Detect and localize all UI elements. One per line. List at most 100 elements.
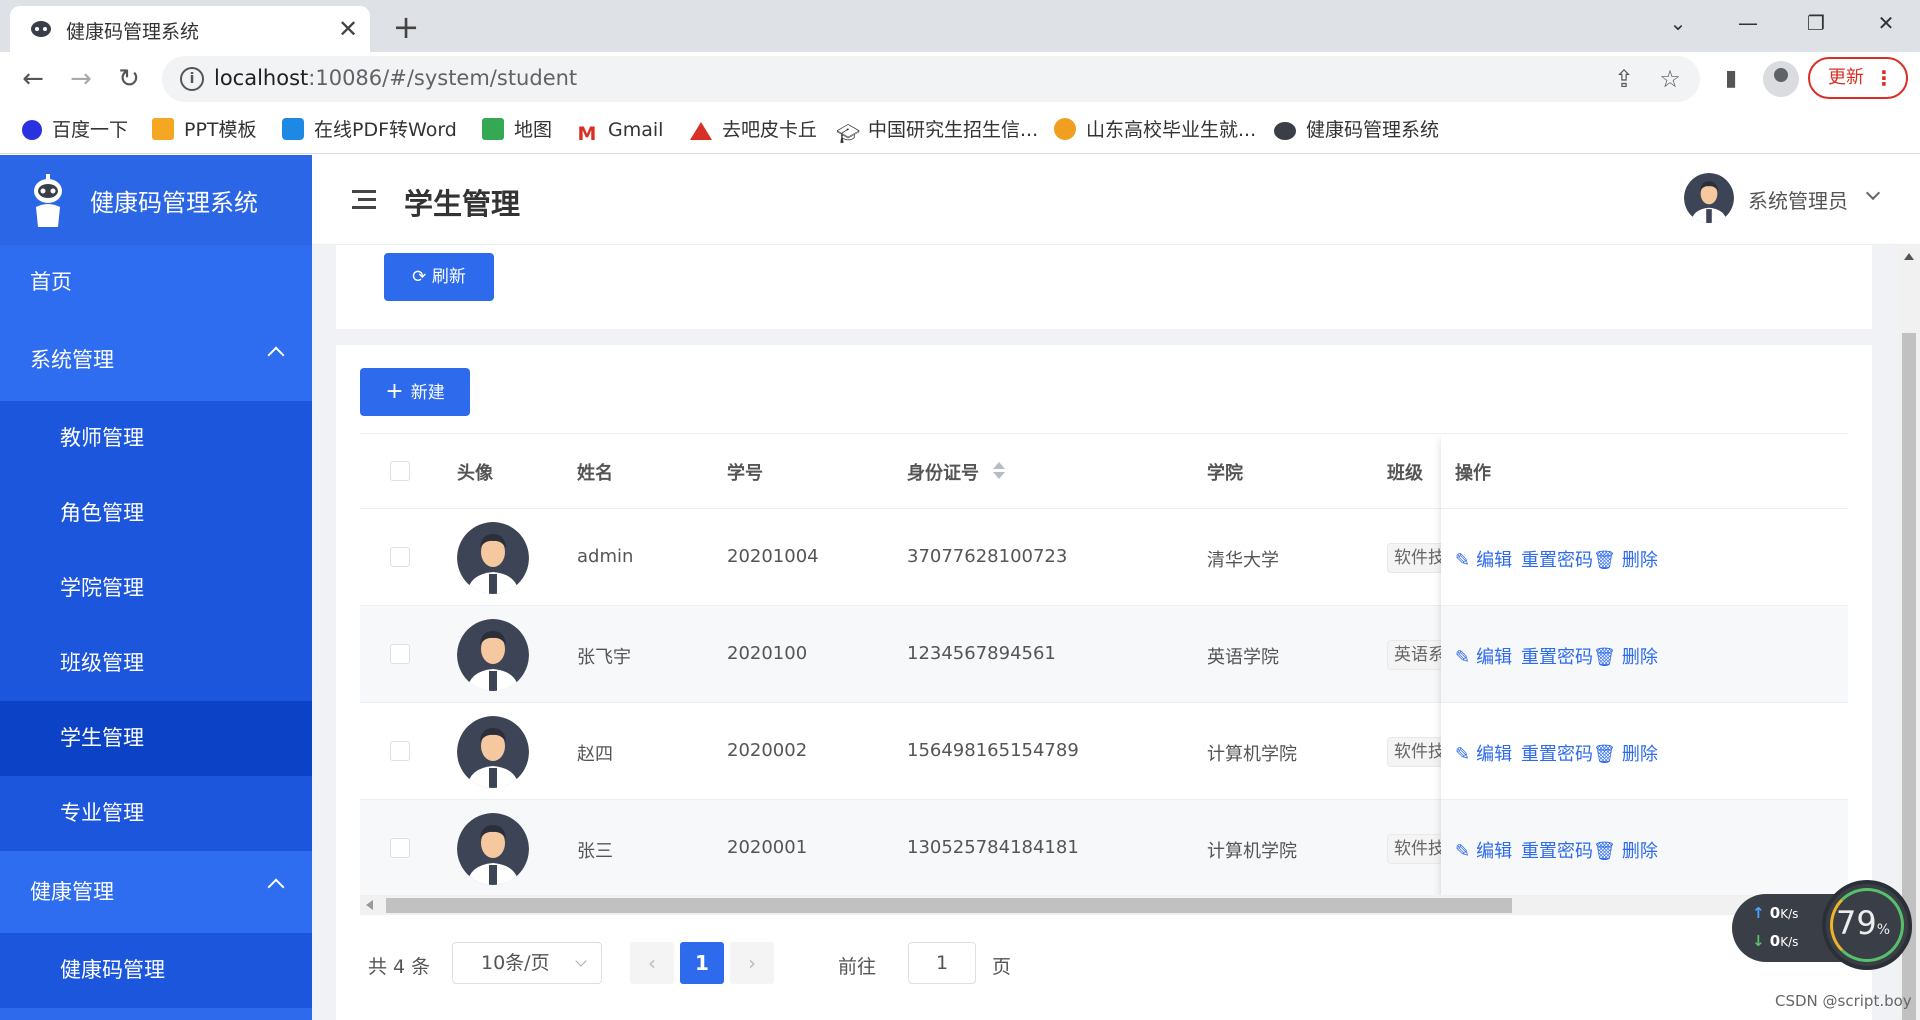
row-checkbox[interactable] [390, 838, 410, 858]
scroll-up-icon[interactable] [1904, 253, 1914, 260]
bookmark-item[interactable]: PPT模板 [152, 116, 257, 144]
refresh-button[interactable]: ⟳ 刷新 [384, 253, 494, 301]
scrollbar-thumb[interactable] [386, 898, 1512, 913]
reload-icon[interactable]: ↻ [112, 62, 146, 96]
share-icon[interactable]: ⇪ [1610, 65, 1638, 93]
edit-button[interactable]: ✎ 编辑 [1455, 643, 1512, 669]
menu-home[interactable]: 首页 [0, 245, 312, 319]
horizontal-scrollbar[interactable] [360, 895, 1848, 915]
page-title: 学生管理 [404, 187, 521, 221]
avatar [457, 813, 529, 885]
sidebar-item-teacher[interactable]: 教师管理 [0, 401, 312, 476]
update-button[interactable]: 更新 ⋮ [1808, 57, 1908, 99]
cell-college: 计算机学院 [1207, 744, 1297, 765]
delete-button[interactable]: 🗑︎ 删除 [1593, 837, 1658, 863]
menu-health[interactable]: 健康管理 [0, 851, 312, 933]
col-name: 姓名 [577, 463, 613, 484]
col-student-no: 学号 [727, 463, 763, 484]
app-logo[interactable]: 健康码管理系统 [0, 155, 312, 245]
reset-password-button[interactable]: 重置密码 [1521, 837, 1593, 863]
window-close-icon[interactable]: ✕ [1866, 8, 1906, 38]
chevron-down-icon[interactable] [1865, 185, 1881, 201]
user-name[interactable]: 系统管理员 [1748, 185, 1848, 214]
page-size-select[interactable]: 10条/页 [452, 942, 602, 984]
bookmark-item[interactable]: 地图 [482, 116, 552, 144]
col-id-card[interactable]: 身份证号 [907, 459, 979, 485]
watermelon-icon [690, 122, 712, 140]
edit-icon: ✎ [1455, 744, 1471, 765]
menu-system[interactable]: 系统管理 [0, 319, 312, 401]
shandong-logo-icon [1054, 118, 1076, 140]
class-tag: 英语系 [1387, 640, 1447, 670]
sidebar-item-health-code[interactable]: 健康码管理 [0, 933, 312, 1008]
bookmark-item[interactable]: 去吧皮卡丘 [690, 116, 817, 144]
sidebar-item-role[interactable]: 角色管理 [0, 476, 312, 551]
sort-icon[interactable] [993, 460, 1005, 482]
ops-cell: ✎ 编辑 重置密码 🗑︎ 删除 [1441, 703, 1848, 800]
side-panel-icon[interactable]: ▮ [1714, 62, 1748, 96]
scroll-left-icon[interactable] [366, 900, 373, 910]
edit-button[interactable]: ✎ 编辑 [1455, 837, 1512, 863]
cell-id-card: 156498165154789 [907, 740, 1079, 761]
refresh-icon: ⟳ [412, 267, 432, 287]
next-page-button[interactable]: › [730, 942, 774, 984]
reset-password-button[interactable]: 重置密码 [1521, 546, 1593, 572]
sidebar-item-class[interactable]: 班级管理 [0, 626, 312, 701]
delete-button[interactable]: 🗑︎ 删除 [1593, 740, 1658, 766]
cell-student-no: 2020002 [727, 740, 808, 761]
table-panel: + 新建 头像 姓名 学号 身份证号 学院 班级 admin 20201004 … [336, 345, 1872, 1020]
bookmark-item[interactable]: 在线PDF转Word [282, 116, 457, 144]
reset-password-button[interactable]: 重置密码 [1521, 740, 1593, 766]
row-checkbox[interactable] [390, 644, 410, 664]
profile-avatar-icon[interactable] [1763, 61, 1799, 97]
cell-id-card: 130525784184181 [907, 837, 1079, 858]
cell-college: 英语学院 [1207, 647, 1279, 668]
menu-toggle-icon[interactable] [352, 190, 376, 210]
bookmark-item[interactable]: 山东高校毕业生就... [1054, 116, 1256, 144]
bookmark-item[interactable]: 🎓︎ 中国研究生招生信... [836, 116, 1038, 145]
site-info-icon[interactable]: i [180, 67, 204, 91]
minimize-icon[interactable]: — [1728, 8, 1768, 38]
memory-gauge[interactable]: 79% [1822, 880, 1912, 970]
bookmark-star-icon[interactable]: ☆ [1656, 65, 1684, 93]
chevron-up-icon [267, 878, 285, 896]
row-checkbox[interactable] [390, 547, 410, 567]
select-all-checkbox[interactable] [390, 461, 410, 481]
sidebar-item-student[interactable]: 学生管理 [0, 701, 312, 776]
prev-page-button[interactable]: ‹ [630, 942, 674, 984]
edit-icon: ✎ [1455, 841, 1471, 862]
cell-name: 张三 [577, 841, 613, 862]
new-tab-icon[interactable]: + [388, 9, 424, 45]
edit-button[interactable]: ✎ 编辑 [1455, 740, 1512, 766]
total-count: 共 4 条 [368, 956, 431, 978]
pagination: 共 4 条 10条/页 ‹ 1 › 前往 1 页 [360, 942, 1260, 986]
browser-tab[interactable]: 健康码管理系统 ✕ [10, 6, 370, 52]
delete-button[interactable]: 🗑︎ 删除 [1593, 643, 1658, 669]
edit-button[interactable]: ✎ 编辑 [1455, 546, 1512, 572]
cell-name: admin [577, 546, 634, 567]
close-icon[interactable]: ✕ [333, 14, 363, 44]
graduation-cap-icon: 🎓︎ [836, 123, 861, 145]
tab-search-icon[interactable]: ⌄ [1658, 8, 1698, 38]
url-input[interactable]: i localhost:10086/#/system/student ⇪ ☆ [162, 56, 1700, 102]
cell-college: 清华大学 [1207, 550, 1279, 571]
reset-password-button[interactable]: 重置密码 [1521, 643, 1593, 669]
forward-icon[interactable]: → [64, 62, 98, 96]
sidebar-item-major[interactable]: 专业管理 [0, 776, 312, 851]
avatar[interactable] [1684, 173, 1734, 223]
sidebar-item-college[interactable]: 学院管理 [0, 551, 312, 626]
restore-icon[interactable]: ❐ [1796, 8, 1836, 38]
edit-icon: ✎ [1455, 647, 1471, 668]
row-checkbox[interactable] [390, 741, 410, 761]
bookmark-item[interactable]: 健康码管理系统 [1274, 116, 1439, 144]
goto-page-input[interactable]: 1 [908, 942, 976, 984]
delete-button[interactable]: 🗑︎ 删除 [1593, 546, 1658, 572]
new-button[interactable]: + 新建 [360, 368, 470, 416]
col-avatar: 头像 [457, 463, 493, 484]
page-number-button[interactable]: 1 [680, 942, 724, 984]
plus-icon: + [385, 379, 411, 404]
bookmark-item[interactable]: M Gmail [576, 116, 664, 145]
bookmark-item[interactable]: 百度一下 [22, 116, 128, 144]
browser-tab-strip: 健康码管理系统 ✕ + ⌄ — ❐ ✕ [0, 0, 1920, 52]
back-icon[interactable]: ← [16, 62, 50, 96]
